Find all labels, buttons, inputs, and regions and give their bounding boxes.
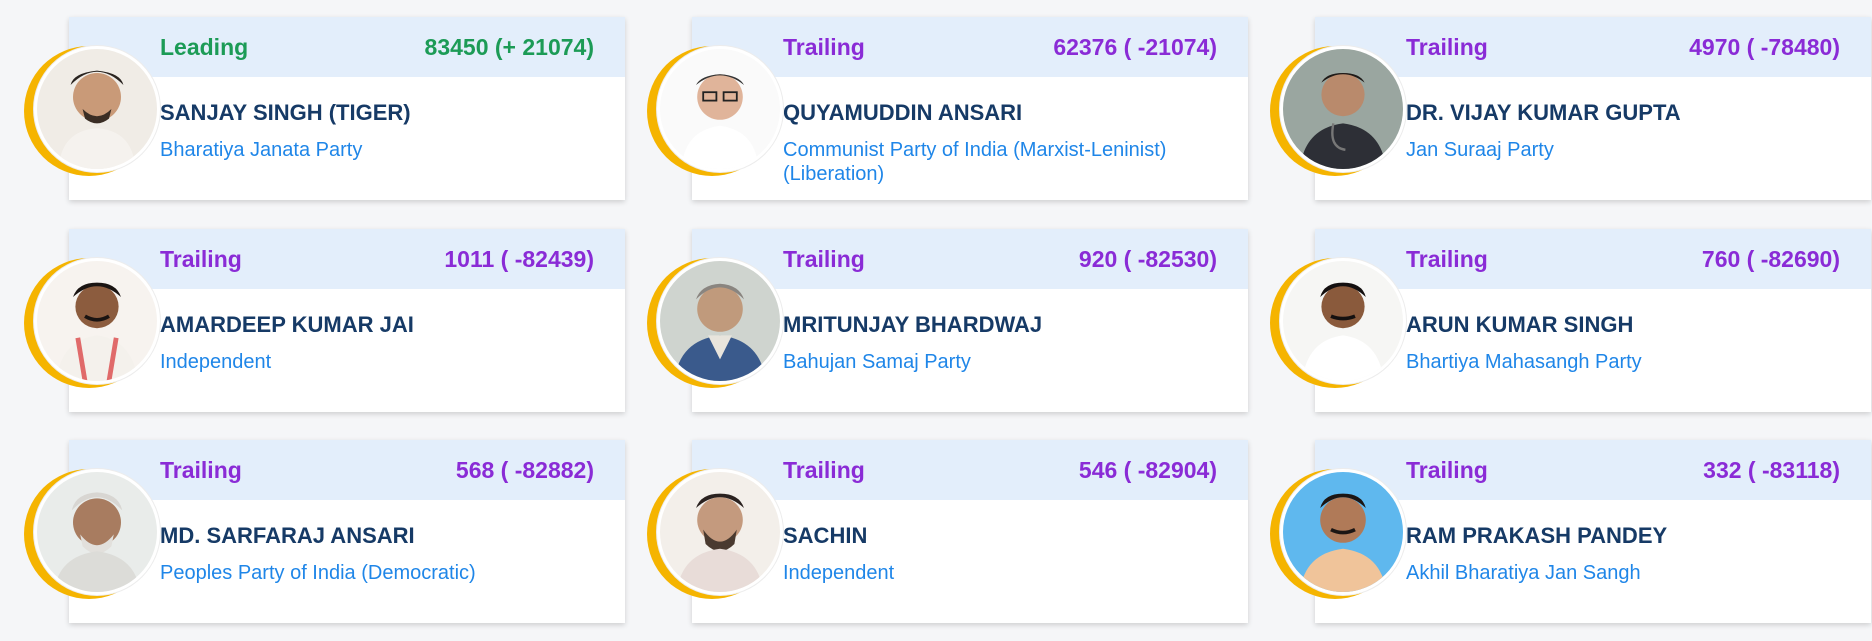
party-name: Bharatiya Janata Party	[160, 139, 363, 161]
vote-count: 4970 ( -78480)	[1689, 34, 1840, 60]
candidate-photo-icon	[34, 469, 160, 595]
vote-count: 568 ( -82882)	[455, 457, 594, 483]
card-header: Trailing 332 ( -83118)	[1315, 440, 1871, 500]
status-label: Trailing	[1406, 457, 1488, 483]
status-label: Trailing	[1406, 34, 1488, 60]
card-header: Trailing 546 ( -82904)	[692, 440, 1248, 500]
vote-count: 62376 ( -21074)	[1053, 34, 1217, 60]
card-header: Trailing 4970 ( -78480)	[1315, 17, 1871, 77]
candidate-card[interactable]: Trailing 4970 ( -78480) DR. VIJAY KUMAR …	[1258, 17, 1871, 200]
candidate-name: QUYAMUDDIN ANSARI	[783, 100, 1023, 125]
candidate-photo-icon	[657, 46, 783, 172]
status-label: Trailing	[783, 246, 865, 272]
party-name: Peoples Party of India (Democratic)	[160, 562, 476, 584]
card-header: Leading 83450 (+ 21074)	[69, 17, 625, 77]
candidate-name: SACHIN	[783, 523, 868, 548]
card-header: Trailing 920 ( -82530)	[692, 229, 1248, 289]
candidate-photo-icon	[34, 46, 160, 172]
candidate-name: MD. SARFARAJ ANSARI	[160, 523, 415, 548]
candidate-card[interactable]: Trailing 760 ( -82690) ARUN KUMAR SINGH …	[1258, 229, 1871, 412]
party-name: Independent	[783, 562, 895, 584]
candidate-card[interactable]: Trailing 1011 ( -82439) AMARDEEP KUMAR J…	[12, 229, 625, 412]
status-label: Trailing	[1406, 246, 1488, 272]
party-name: Bahujan Samaj Party	[783, 351, 971, 373]
card-header: Trailing 760 ( -82690)	[1315, 229, 1871, 289]
party-name: Akhil Bharatiya Jan Sangh	[1406, 562, 1641, 584]
status-label: Trailing	[160, 457, 242, 483]
status-label: Trailing	[783, 457, 865, 483]
candidate-card[interactable]: Trailing 332 ( -83118) RAM PRAKASH PANDE…	[1258, 440, 1871, 623]
vote-count: 546 ( -82904)	[1078, 457, 1217, 483]
vote-count: 920 ( -82530)	[1078, 246, 1217, 272]
candidate-card[interactable]: Trailing 546 ( -82904) SACHIN Independen…	[635, 440, 1248, 623]
party-name: Jan Suraaj Party	[1406, 139, 1554, 161]
candidate-name: SANJAY SINGH (TIGER)	[160, 100, 411, 125]
status-label: Trailing	[160, 246, 242, 272]
party-name: Communist Party of India (Marxist-Lenini…	[783, 139, 1167, 185]
candidate-photo-icon	[1280, 258, 1406, 384]
candidate-name: RAM PRAKASH PANDEY	[1406, 523, 1668, 548]
candidate-name: ARUN KUMAR SINGH	[1406, 312, 1634, 337]
candidate-photo-icon	[657, 258, 783, 384]
candidate-name: DR. VIJAY KUMAR GUPTA	[1406, 100, 1681, 125]
candidate-name: AMARDEEP KUMAR JAI	[160, 312, 414, 337]
candidate-photo-icon	[1280, 46, 1406, 172]
card-header: Trailing 62376 ( -21074)	[692, 17, 1248, 77]
status-label: Trailing	[783, 34, 865, 60]
party-name: Independent	[160, 351, 272, 373]
vote-count: 1011 ( -82439)	[444, 246, 594, 272]
vote-count: 760 ( -82690)	[1701, 246, 1840, 272]
candidate-photo-icon	[657, 469, 783, 595]
party-name: Bhartiya Mahasangh Party	[1406, 351, 1642, 373]
candidate-card[interactable]: Trailing 920 ( -82530) MRITUNJAY BHARDWA…	[635, 229, 1248, 412]
candidate-name: MRITUNJAY BHARDWAJ	[783, 312, 1043, 337]
card-header: Trailing 1011 ( -82439)	[69, 229, 625, 289]
candidate-photo-icon	[1280, 469, 1406, 595]
candidate-results-grid: Leading 83450 (+ 21074) SANJAY SINGH (TI…	[0, 0, 1872, 641]
candidate-card[interactable]: Trailing 62376 ( -21074) QUYAMUDDIN ANSA…	[635, 17, 1248, 200]
candidate-card[interactable]: Trailing 568 ( -82882) MD. SARFARAJ ANSA…	[12, 440, 625, 623]
vote-count: 332 ( -83118)	[1703, 457, 1840, 483]
vote-count: 83450 (+ 21074)	[424, 34, 594, 60]
candidate-photo-icon	[34, 258, 160, 384]
status-label: Leading	[160, 34, 249, 60]
card-header: Trailing 568 ( -82882)	[69, 440, 625, 500]
candidate-card[interactable]: Leading 83450 (+ 21074) SANJAY SINGH (TI…	[12, 17, 625, 200]
